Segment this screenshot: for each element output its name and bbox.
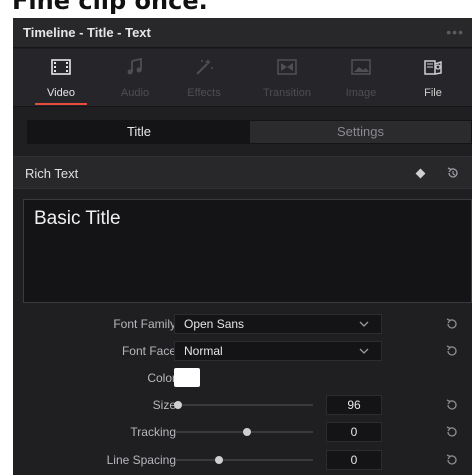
font-family-dropdown[interactable]: Open Sans (174, 314, 382, 334)
size-label: Size (152, 398, 176, 412)
tab-image[interactable]: Image (336, 49, 386, 107)
font-family-reset-icon[interactable] (445, 317, 459, 331)
tab-file-label: File (424, 87, 442, 99)
tracking-label: Tracking (130, 425, 176, 439)
tab-video[interactable]: Video (33, 49, 89, 107)
line-spacing-slider-knob[interactable] (215, 456, 224, 464)
chevron-down-icon (359, 348, 369, 354)
size-slider-track[interactable] (176, 404, 313, 406)
rich-text-editor[interactable]: Basic Title (23, 199, 472, 303)
font-face-row: Font Face Normal (13, 340, 472, 362)
font-face-label: Font Face (121, 344, 176, 358)
tracking-row: Tracking 0 (13, 421, 472, 443)
font-face-dropdown[interactable]: Normal (174, 341, 382, 361)
color-row: Color (13, 367, 472, 389)
panel-title: Timeline - Title - Text (23, 25, 151, 40)
color-label: Color (147, 371, 176, 385)
tab-transition[interactable]: Transition (251, 49, 323, 107)
font-family-value: Open Sans (184, 317, 245, 331)
segment-title[interactable]: Title (28, 121, 250, 143)
rich-text-content: Basic Title (34, 208, 121, 229)
inspector-panel: Timeline - Title - Text ••• Video Audio (13, 18, 472, 475)
line-spacing-row: Line Spacing 0 (13, 449, 472, 471)
color-swatch[interactable] (174, 368, 200, 387)
page-caption: Fine clip once. (12, 0, 208, 14)
panel-titlebar: Timeline - Title - Text ••• (13, 18, 472, 48)
keyframe-diamond-icon[interactable] (415, 168, 426, 179)
line-spacing-input[interactable]: 0 (326, 450, 382, 470)
magic-wand-icon (196, 59, 213, 75)
font-face-value: Normal (184, 344, 223, 358)
tab-image-label: Image (345, 87, 377, 99)
film-icon (51, 59, 71, 75)
line-spacing-slider-track[interactable] (176, 459, 313, 461)
size-slider-knob[interactable] (174, 401, 182, 409)
chevron-down-icon (359, 321, 369, 327)
tracking-input[interactable]: 0 (326, 422, 382, 442)
reset-icon[interactable] (446, 166, 460, 180)
rich-text-label: Rich Text (25, 166, 79, 181)
tab-audio[interactable]: Audio (110, 49, 160, 107)
inspector-tabbar: Video Audio Effects Transition Image Fil… (13, 49, 472, 107)
font-face-reset-icon[interactable] (445, 344, 459, 358)
font-family-row: Font Family Open Sans (13, 313, 472, 335)
tracking-reset-icon[interactable] (445, 425, 459, 439)
segment-settings[interactable]: Settings (250, 121, 471, 143)
font-family-label: Font Family (113, 317, 176, 331)
transition-icon (277, 59, 297, 75)
rich-text-section-header[interactable]: Rich Text (13, 156, 472, 189)
tab-effects-label: Effects (187, 87, 221, 99)
line-spacing-label: Line Spacing (106, 453, 176, 467)
image-icon (351, 59, 371, 75)
title-settings-switcher: Title Settings (27, 120, 472, 144)
tab-transition-label: Transition (263, 87, 311, 99)
file-icon (424, 60, 442, 75)
tab-effects[interactable]: Effects (175, 49, 233, 107)
more-options-icon[interactable]: ••• (446, 18, 464, 46)
tracking-slider-knob[interactable] (242, 428, 251, 436)
tab-file[interactable]: File (413, 49, 453, 107)
size-reset-icon[interactable] (445, 398, 459, 412)
active-tab-indicator (35, 103, 87, 105)
size-row: Size 96 (13, 394, 472, 416)
music-note-icon (127, 58, 142, 75)
size-input[interactable]: 96 (326, 395, 382, 415)
line-spacing-reset-icon[interactable] (445, 453, 459, 467)
tab-audio-label: Audio (120, 87, 150, 99)
tab-video-label: Video (47, 87, 75, 99)
